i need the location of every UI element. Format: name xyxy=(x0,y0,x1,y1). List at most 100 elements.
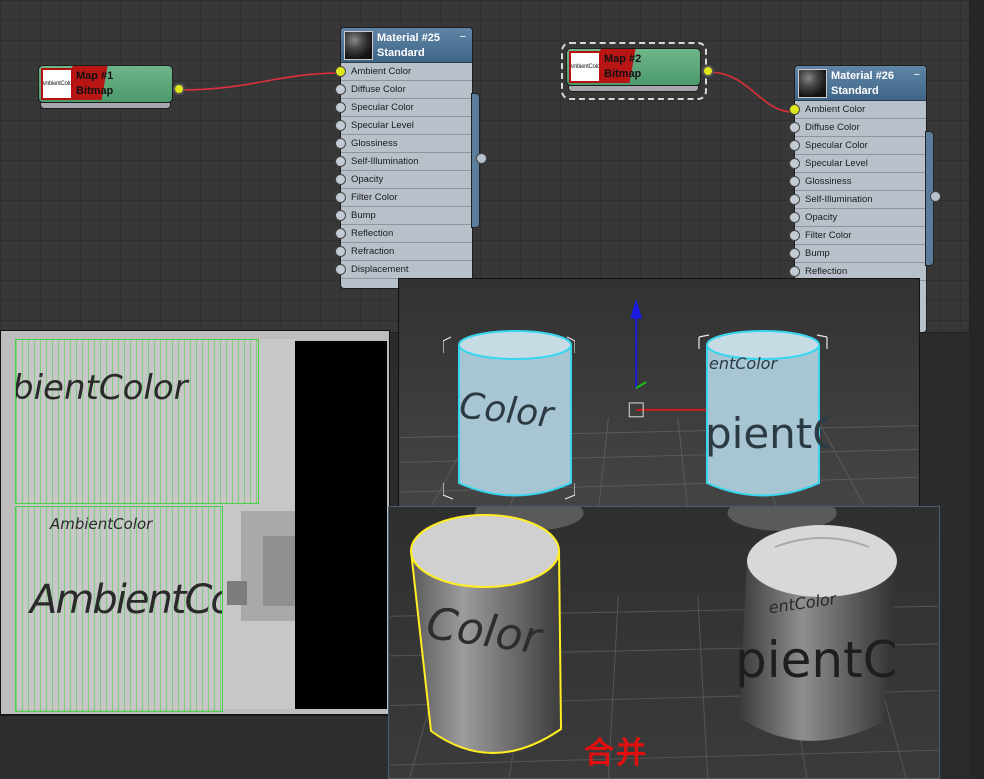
slot-label: Specular Level xyxy=(351,120,414,131)
slot-self-illumination[interactable]: Self-Illumination xyxy=(335,153,472,171)
map-node-shelf xyxy=(40,102,171,109)
wire-map2-mat26 xyxy=(707,71,794,113)
slot-label: Filter Color xyxy=(805,230,852,241)
slot-port-icon[interactable] xyxy=(789,104,800,115)
slot-port-icon[interactable] xyxy=(789,194,800,205)
slot-port-icon[interactable] xyxy=(335,210,346,221)
slot-port-icon[interactable] xyxy=(335,246,346,257)
viewport-perspective-bottom[interactable]: Color entColor pientC xyxy=(388,506,940,779)
slot-port-icon[interactable] xyxy=(335,102,346,113)
slot-label: Displacement xyxy=(351,264,409,275)
material-node-25[interactable]: Material #25 Standard − Ambient Color Di… xyxy=(335,27,487,289)
uv-shell-bottom[interactable]: AmbientColor AmbientColor xyxy=(15,506,223,712)
uv-editor-panel[interactable]: bientColor AmbientColor AmbientColor xyxy=(0,330,390,715)
slot-specular-level[interactable]: Specular Level xyxy=(335,117,472,135)
slot-port-icon[interactable] xyxy=(335,84,346,95)
map-node-1[interactable]: AmbientColor Map #1 Bitmap xyxy=(38,65,173,109)
slot-opacity[interactable]: Opacity xyxy=(335,171,472,189)
uv-label-text: bientColor xyxy=(15,368,188,408)
slot-diffuse-color[interactable]: Diffuse Color xyxy=(789,119,926,137)
slot-port-icon[interactable] xyxy=(789,176,800,187)
slot-port-icon[interactable] xyxy=(335,66,346,77)
y-axis-icon[interactable] xyxy=(635,381,647,389)
slot-port-icon[interactable] xyxy=(335,156,346,167)
viewport-perspective-top[interactable]: Color entColor pientC xyxy=(398,278,920,510)
slot-label: Opacity xyxy=(351,174,384,185)
uv-label-text: AmbientColor xyxy=(30,577,222,623)
material-slot-list: Ambient Color Diffuse Color Specular Col… xyxy=(789,101,926,281)
material-header[interactable]: Material #25 Standard − xyxy=(341,28,472,63)
texture-pixel-block xyxy=(263,536,295,606)
map-node-2[interactable]: AmbientColor Map #2 Bitmap xyxy=(566,48,701,92)
slate-scrollbar[interactable] xyxy=(970,0,984,779)
slot-opacity[interactable]: Opacity xyxy=(789,209,926,227)
slot-port-icon[interactable] xyxy=(335,120,346,131)
cylinder-left-top[interactable]: Color xyxy=(443,323,575,508)
slot-port-icon[interactable] xyxy=(335,264,346,275)
slot-label: Specular Color xyxy=(805,140,868,151)
slot-port-icon[interactable] xyxy=(335,228,346,239)
material-header[interactable]: Material #26 Standard − xyxy=(795,66,926,101)
slot-port-icon[interactable] xyxy=(789,248,800,259)
slot-specular-color[interactable]: Specular Color xyxy=(789,137,926,155)
slot-displacement[interactable]: Displacement xyxy=(335,261,472,279)
material-name: Material #26 xyxy=(831,70,894,82)
material-sphere-icon xyxy=(798,69,827,98)
slot-label: Filter Color xyxy=(351,192,398,203)
slot-specular-color[interactable]: Specular Color xyxy=(335,99,472,117)
slot-label: Bump xyxy=(805,248,830,259)
slot-glossiness[interactable]: Glossiness xyxy=(335,135,472,153)
slot-filter-color[interactable]: Filter Color xyxy=(335,189,472,207)
slot-self-illumination[interactable]: Self-Illumination xyxy=(789,191,926,209)
slot-port-icon[interactable] xyxy=(789,212,800,223)
material-output-port[interactable] xyxy=(476,153,487,164)
material-type: Standard xyxy=(831,85,879,97)
app-root: AmbientColor Map #1 Bitmap AmbientColor … xyxy=(0,0,984,779)
slot-label: Diffuse Color xyxy=(351,84,406,95)
cylinder-right-top[interactable]: entColor pientC xyxy=(697,323,829,508)
cylinder-label: entColor xyxy=(709,354,778,373)
slot-bump[interactable]: Bump xyxy=(789,245,926,263)
cylinder-label: pientC xyxy=(705,409,829,458)
material-sphere-icon xyxy=(344,31,373,60)
slot-specular-level[interactable]: Specular Level xyxy=(789,155,926,173)
map-node-title: Map #2 xyxy=(604,53,642,65)
slot-label: Self-Illumination xyxy=(351,156,419,167)
slot-port-icon[interactable] xyxy=(335,192,346,203)
bitmap-thumbnail-icon: AmbientColor xyxy=(569,51,601,83)
material-name: Material #25 xyxy=(377,32,440,44)
cylinder-right-bottom[interactable]: entColor pientC xyxy=(735,517,905,767)
map1-output-port[interactable] xyxy=(173,83,185,95)
slot-port-icon[interactable] xyxy=(789,230,800,241)
material-output-port[interactable] xyxy=(930,191,941,202)
slot-glossiness[interactable]: Glossiness xyxy=(789,173,926,191)
slot-label: Diffuse Color xyxy=(805,122,860,133)
slot-bump[interactable]: Bump xyxy=(335,207,472,225)
slot-ambient-color[interactable]: Ambient Color xyxy=(335,63,472,81)
slot-port-icon[interactable] xyxy=(789,122,800,133)
wire-map1-mat25 xyxy=(179,72,341,91)
slot-label: Glossiness xyxy=(351,138,398,149)
uv-shell-top[interactable]: bientColor xyxy=(15,339,259,504)
slot-port-icon[interactable] xyxy=(789,140,800,151)
material-type: Standard xyxy=(377,47,425,59)
slot-port-icon[interactable] xyxy=(335,138,346,149)
slot-ambient-color[interactable]: Ambient Color xyxy=(789,101,926,119)
status-strip xyxy=(0,715,388,779)
slot-reflection[interactable]: Reflection xyxy=(335,225,472,243)
uv-label-text: AmbientColor xyxy=(50,515,153,533)
slot-diffuse-color[interactable]: Diffuse Color xyxy=(335,81,472,99)
slot-filter-color[interactable]: Filter Color xyxy=(789,227,926,245)
slot-label: Reflection xyxy=(351,228,394,239)
slot-port-icon[interactable] xyxy=(335,174,346,185)
collapse-icon[interactable]: − xyxy=(914,69,920,81)
map2-output-port[interactable] xyxy=(702,65,714,77)
slot-port-icon[interactable] xyxy=(789,158,800,169)
slot-label: Self-Illumination xyxy=(805,194,873,205)
slot-label: Glossiness xyxy=(805,176,852,187)
slot-label: Reflection xyxy=(805,266,848,277)
collapse-icon[interactable]: − xyxy=(460,31,466,43)
cylinder-left-bottom[interactable]: Color xyxy=(403,511,583,771)
slot-refraction[interactable]: Refraction xyxy=(335,243,472,261)
slot-port-icon[interactable] xyxy=(789,266,800,277)
